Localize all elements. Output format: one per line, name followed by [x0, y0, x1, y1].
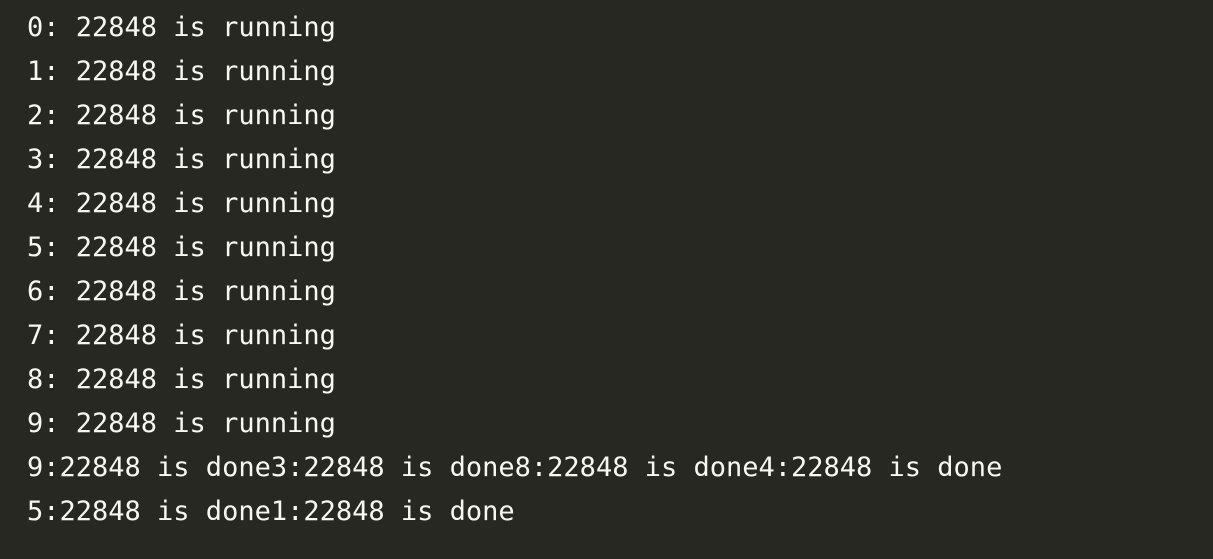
console-line: 3: 22848 is running — [27, 144, 336, 175]
console-line: 5: 22848 is running — [27, 232, 336, 263]
console-line: 1: 22848 is running — [27, 56, 336, 87]
console-line: 6: 22848 is running — [27, 276, 336, 307]
console-line: 9:22848 is done3:22848 is done8:22848 is… — [27, 452, 1003, 483]
console-output[interactable]: 0: 22848 is running 1: 22848 is running … — [0, 0, 1213, 559]
console-line: 9: 22848 is running — [27, 408, 336, 439]
console-line: 0: 22848 is running — [27, 12, 336, 43]
console-line: 7: 22848 is running — [27, 320, 336, 351]
console-line: 5:22848 is done1:22848 is done — [27, 496, 515, 527]
console-line: 2: 22848 is running — [27, 100, 336, 131]
console-line: 8: 22848 is running — [27, 364, 336, 395]
console-line: 4: 22848 is running — [27, 188, 336, 219]
